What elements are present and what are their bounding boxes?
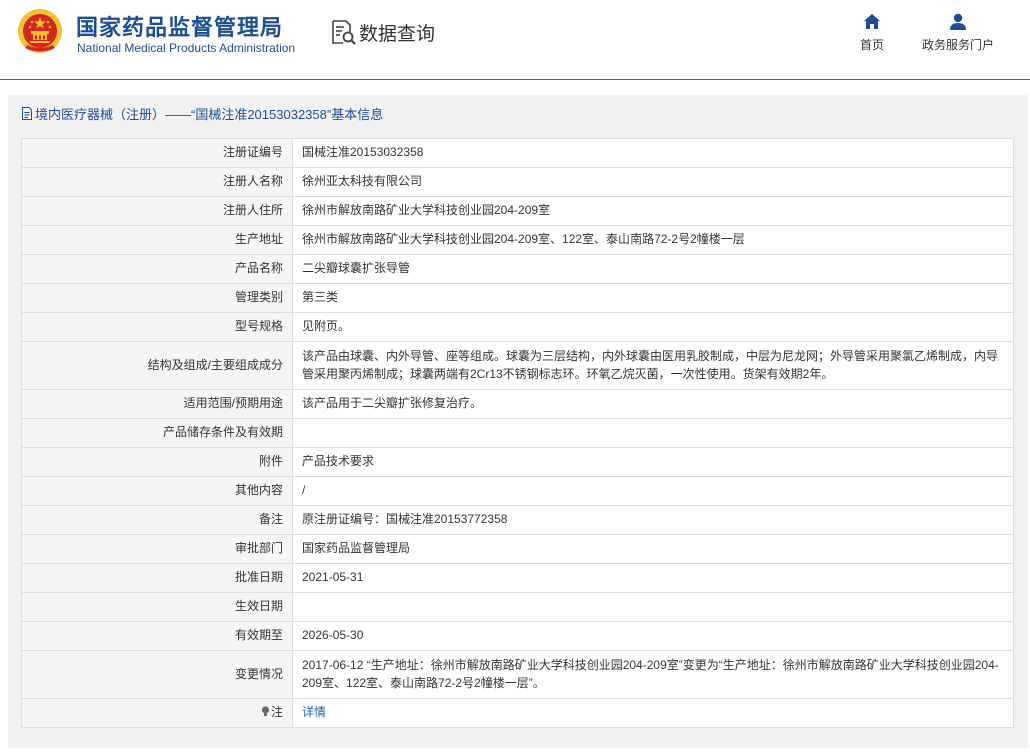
nav-service-portal-label: 政务服务门户 [921,38,994,52]
registration-info-panel: 境内医疗器械（注册）——“国械注准20153032358”基本信息 注册证编号国… [8,95,1028,748]
document-search-icon [332,20,356,45]
user-icon [950,13,966,30]
row-key: 注 [21,698,293,728]
row-key: 结构及组成/主要组成成分 [21,341,293,390]
table-row: 有效期至 2026-05-30 [21,621,1014,651]
table-row: 其他内容 / [21,476,1014,506]
row-key: 其他内容 [21,476,293,506]
row-key: 生效日期 [21,592,293,622]
row-value: 二尖瓣球囊扩张导管 [292,254,1014,284]
row-key: 产品储存条件及有效期 [21,418,293,448]
panel-title: 境内医疗器械（注册）——“国械注准20153032358”基本信息 [21,104,383,123]
table-row: 注册证编号 国械注准20153032358 [21,138,1014,168]
registration-info-table: 注册证编号 国械注准20153032358 注册人名称 徐州亚太科技有限公司 注册人住所… [21,138,1014,728]
org-name-cn: 国家药品监督管理局 [76,15,284,40]
table-row: 产品名称 二尖瓣球囊扩张导管 [21,254,1014,284]
row-key: 有效期至 [21,621,293,651]
row-value: 国械注准20153032358 [292,138,1014,168]
data-query-label: 数据查询 [359,23,436,45]
table-row: 结构及组成/主要组成成分 该产品由球囊、内外导管、座等组成。球囊为三层结构，内外球… [21,341,1014,390]
row-key: 批准日期 [21,563,293,593]
row-value: 见附页。 [292,312,1014,342]
panel-title-text: 境内医疗器械（注册）——“国械注准20153032358”基本信息 [35,107,384,122]
row-key: 注册人住所 [21,196,293,226]
table-row: 产品储存条件及有效期 [21,418,1014,448]
row-key: 变更情况 [21,650,293,699]
table-row: 变更情况 2017-06-12 “生产地址：徐州市解放南路矿业大学科技创业园204… [21,650,1014,699]
table-row: 审批部门 国家药品监督管理局 [21,534,1014,564]
row-key: 注册证编号 [21,138,293,168]
row-value: 该产品由球囊、内外导管、座等组成。球囊为三层结构，内外球囊由医用乳胶制成，中层为… [292,341,1014,390]
row-value: 徐州市解放南路矿业大学科技创业园204-209室 [292,196,1014,226]
row-value: 2017-06-12 “生产地址：徐州市解放南路矿业大学科技创业园204-209… [292,650,1014,699]
row-key: 适用范围/预期用途 [21,389,293,419]
row-value [292,418,1014,448]
row-key: 审批部门 [21,534,293,564]
row-key: 管理类别 [21,283,293,313]
table-row: 批准日期 2021-05-31 [21,563,1014,593]
table-row: 生产地址 徐州市解放南路矿业大学科技创业园204-209室、122室、泰山南路72… [21,225,1014,255]
details-link[interactable]: 详情 [302,705,326,719]
table-row: 注册人名称 徐州亚太科技有限公司 [21,167,1014,197]
row-value: 徐州市解放南路矿业大学科技创业园204-209室、122室、泰山南路72-2号2… [292,225,1014,255]
national-emblem-icon [18,9,62,53]
row-value: / [292,476,1014,506]
site-header: 国家药品监督管理局 National Medical Products Admi… [0,0,1030,80]
row-key: 附件 [21,447,293,477]
row-key: 生产地址 [21,225,293,255]
row-value: 第三类 [292,283,1014,313]
row-key: 型号规格 [21,312,293,342]
table-row: 适用范围/预期用途 该产品用于二尖瓣扩张修复治疗。 [21,389,1014,419]
row-value: 徐州亚太科技有限公司 [292,167,1014,197]
document-icon [22,107,32,120]
row-value: 2021-05-31 [292,563,1014,593]
table-row: 附件 产品技术要求 [21,447,1014,477]
row-key: 备注 [21,505,293,535]
row-value: 2026-05-30 [292,621,1014,651]
table-row: 注册人住所 徐州市解放南路矿业大学科技创业园204-209室 [21,196,1014,226]
row-value: 国家药品监督管理局 [292,534,1014,564]
row-key: 产品名称 [21,254,293,284]
home-icon [864,14,880,29]
table-row: 管理类别 第三类 [21,283,1014,313]
row-value [292,592,1014,622]
row-key-text: 注 [270,705,283,720]
row-value: 原注册证编号：国械注准20153772358 [292,505,1014,535]
table-row-note: 注 详情 [21,698,1014,728]
org-name-en: National Medical Products Administration [77,41,296,55]
nav-service-portal[interactable]: 政务服务门户 [918,12,998,54]
table-row: 生效日期 [21,592,1014,622]
row-value: 产品技术要求 [292,447,1014,477]
row-value: 详情 [292,698,1014,728]
lightbulb-icon [261,706,270,717]
table-row: 备注 原注册证编号：国械注准20153772358 [21,505,1014,535]
nav-home-label: 首页 [859,38,884,52]
data-query-title: 数据查询 [329,17,435,47]
row-value: 该产品用于二尖瓣扩张修复治疗。 [292,389,1014,419]
table-row: 型号规格 见附页。 [21,312,1014,342]
row-key: 注册人名称 [21,167,293,197]
nav-home[interactable]: 首页 [852,12,892,54]
